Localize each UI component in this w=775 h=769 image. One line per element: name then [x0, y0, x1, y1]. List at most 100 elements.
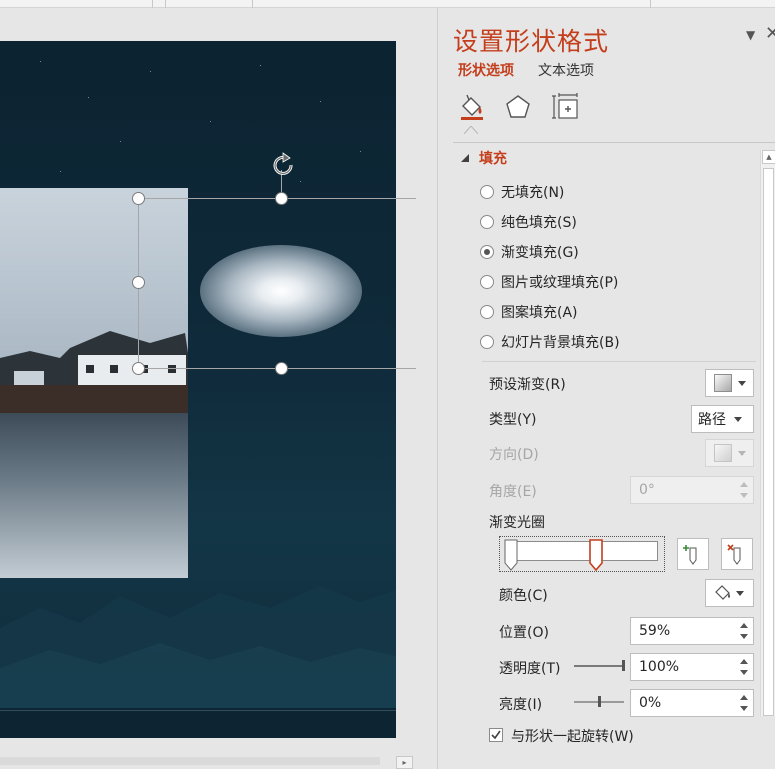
brightness-spinner[interactable]: 0%: [630, 689, 754, 717]
gradient-stops-control[interactable]: [499, 536, 665, 572]
remove-stop-icon: [727, 544, 741, 565]
spinner-arrows-icon[interactable]: [739, 480, 749, 502]
resize-handle-top-left[interactable]: [132, 192, 145, 205]
ribbon-strip: [0, 0, 775, 8]
scroll-right-icon[interactable]: ▸: [396, 756, 413, 769]
gradient-angle-spinner[interactable]: 0°: [630, 476, 754, 504]
tab-shape-options[interactable]: 形状选项: [458, 60, 514, 80]
gradient-stop-marker[interactable]: [504, 539, 518, 571]
chevron-down-icon: [736, 590, 744, 596]
gradient-type-dropdown[interactable]: 路径: [691, 405, 754, 433]
star: [320, 101, 321, 102]
star: [40, 61, 41, 62]
preset-gradient-label: 预设渐变(R): [489, 377, 566, 393]
gradient-swatch: [714, 374, 732, 392]
pane-scrollbar[interactable]: ▲: [760, 150, 775, 716]
position-value: 59%: [639, 623, 671, 639]
star: [60, 171, 61, 172]
transparency-value: 100%: [639, 659, 680, 675]
spinner-arrows-icon[interactable]: [739, 657, 749, 679]
radio-button[interactable]: [480, 185, 494, 199]
star: [360, 151, 361, 152]
gradient-type-value: 路径: [698, 412, 726, 428]
tab-text-options[interactable]: 文本选项: [538, 60, 594, 80]
resize-handle-bottom[interactable]: [275, 362, 288, 375]
scrollbar-track[interactable]: [0, 757, 380, 765]
active-category-indicator: [464, 126, 478, 134]
transparency-slider-thumb[interactable]: [622, 660, 625, 671]
stop-color-label: 颜色(C): [499, 588, 548, 604]
radio-button[interactable]: [480, 275, 494, 289]
radio-gradient-fill[interactable]: 渐变填充(G): [480, 242, 579, 262]
size-properties-icon[interactable]: [551, 92, 581, 122]
brightness-label: 亮度(I): [499, 697, 543, 713]
fill-line-icon[interactable]: [457, 92, 487, 122]
horizontal-scrollbar[interactable]: ▸: [0, 752, 437, 769]
add-gradient-stop-button[interactable]: [677, 538, 709, 570]
effects-pentagon-icon[interactable]: [503, 92, 533, 122]
radio-slide-background-fill[interactable]: 幻灯片背景填充(B): [480, 332, 620, 352]
radio-solid-fill[interactable]: 纯色填充(S): [480, 212, 577, 232]
radio-pattern-fill[interactable]: 图案填充(A): [480, 302, 578, 322]
ribbon-separator: [165, 0, 166, 8]
star: [300, 181, 301, 182]
radio-label: 图案填充(A): [501, 305, 578, 321]
star: [150, 71, 151, 72]
gradient-direction-label: 方向(D): [489, 447, 539, 463]
resize-handle-bottom-left[interactable]: [132, 362, 145, 375]
star: [88, 97, 89, 98]
scroll-up-icon[interactable]: ▲: [762, 150, 775, 164]
radio-picture-fill[interactable]: 图片或纹理填充(P): [480, 272, 618, 292]
transparency-slider[interactable]: [574, 665, 624, 667]
collapse-triangle-icon[interactable]: [460, 153, 470, 163]
rotate-with-shape-label[interactable]: 与形状一起旋转(W): [511, 726, 634, 746]
radio-button[interactable]: [480, 215, 494, 229]
brightness-value: 0%: [639, 695, 662, 711]
gradient-preview-bar[interactable]: [506, 541, 658, 561]
gradient-stops-label: 渐变光圈: [489, 515, 545, 531]
paint-bucket-icon: [715, 585, 730, 600]
gradient-ellipse-shape[interactable]: [200, 245, 362, 337]
radio-button[interactable]: [480, 335, 494, 349]
brightness-slider-thumb[interactable]: [598, 696, 601, 707]
chevron-down-icon: [738, 380, 746, 386]
chevron-down-icon: [738, 450, 746, 456]
gradient-stop-marker-selected[interactable]: [588, 539, 603, 571]
star: [210, 121, 211, 122]
radio-button[interactable]: [480, 305, 494, 319]
angle-value: 0°: [639, 482, 655, 498]
pane-title: 设置形状格式: [453, 27, 610, 56]
section-divider: [482, 361, 756, 362]
gradient-angle-label: 角度(E): [489, 484, 537, 500]
pane-options-icon[interactable]: ▼: [746, 28, 755, 42]
spinner-arrows-icon[interactable]: [739, 621, 749, 643]
radio-label: 无填充(N): [501, 185, 565, 201]
star: [120, 141, 121, 142]
radio-no-fill[interactable]: 无填充(N): [480, 182, 564, 202]
transparency-label: 透明度(T): [499, 661, 561, 677]
town-photo[interactable]: [0, 188, 188, 578]
fill-section-header[interactable]: 填充: [479, 148, 507, 168]
radio-label: 纯色填充(S): [501, 215, 577, 231]
radio-button[interactable]: [480, 245, 494, 259]
gradient-type-label: 类型(Y): [489, 412, 537, 428]
remove-gradient-stop-button[interactable]: [721, 538, 753, 570]
slide[interactable]: [0, 41, 396, 738]
stop-position-spinner[interactable]: 59%: [630, 617, 754, 645]
stop-color-dropdown[interactable]: [705, 579, 754, 607]
ribbon-separator: [650, 0, 651, 8]
ribbon-separator: [252, 0, 253, 8]
resize-handle-left[interactable]: [132, 276, 145, 289]
transparency-spinner[interactable]: 100%: [630, 653, 754, 681]
add-stop-icon: [683, 545, 697, 565]
resize-handle-top[interactable]: [275, 192, 288, 205]
preset-gradient-dropdown[interactable]: [705, 369, 754, 397]
gradient-direction-dropdown[interactable]: [705, 439, 754, 467]
rotate-with-shape-checkbox[interactable]: [489, 728, 503, 742]
rotate-handle-icon[interactable]: [269, 152, 299, 178]
checkmark-icon: [491, 730, 501, 740]
close-icon[interactable]: ✕: [765, 23, 775, 44]
slide-canvas-area: [0, 8, 437, 769]
spinner-arrows-icon[interactable]: [739, 693, 749, 715]
pane-scrollbar-thumb[interactable]: [763, 168, 774, 716]
